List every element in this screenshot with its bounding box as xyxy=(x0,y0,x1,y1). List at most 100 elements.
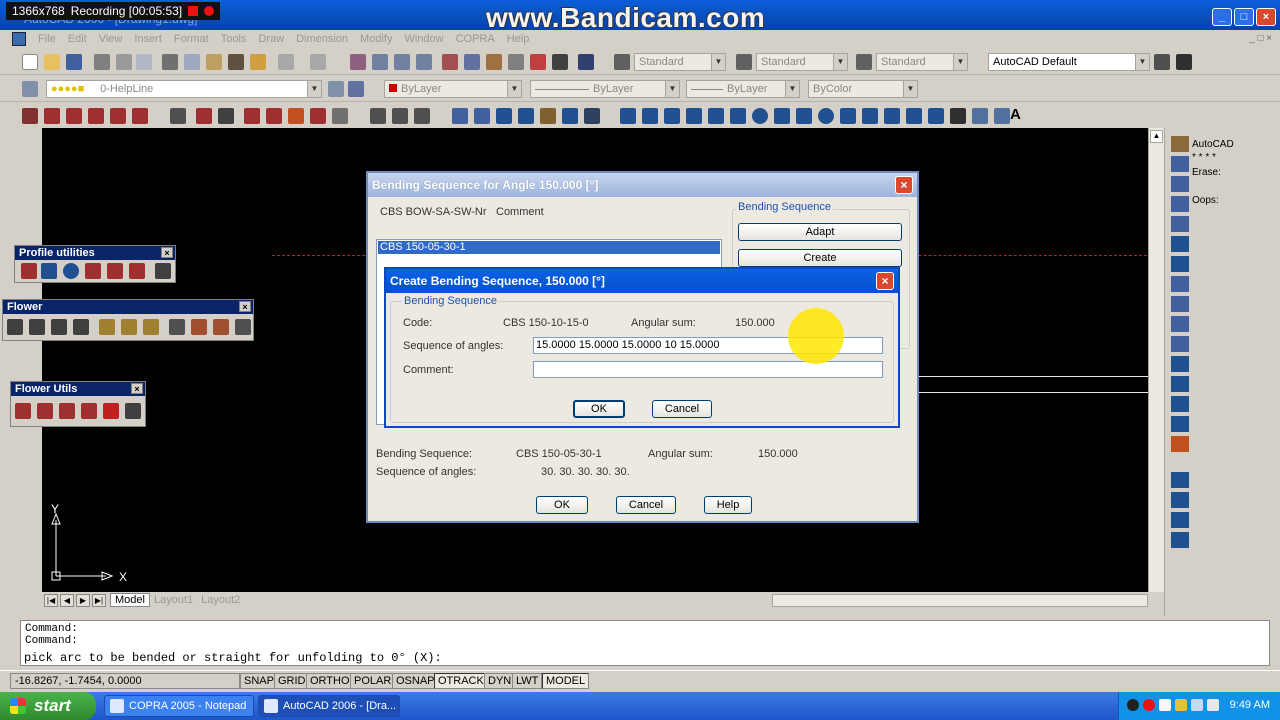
menu-copra[interactable]: COPRA xyxy=(450,33,501,45)
copra-tool-11-icon[interactable] xyxy=(266,108,282,124)
copra-tool-14-icon[interactable] xyxy=(332,108,348,124)
design-center-icon[interactable] xyxy=(464,54,480,70)
start-button[interactable]: start xyxy=(0,692,96,720)
tab-layout2[interactable]: Layout2 xyxy=(197,594,244,606)
multiline-text-icon[interactable]: A xyxy=(1010,106,1021,123)
menu-help[interactable]: Help xyxy=(501,33,536,45)
profile-tool-1-icon[interactable] xyxy=(21,263,37,279)
volume-tray-icon[interactable] xyxy=(1207,699,1219,711)
app-icon[interactable] xyxy=(12,32,26,46)
copra-tool-17-icon[interactable] xyxy=(414,108,430,124)
publish-icon[interactable] xyxy=(136,54,152,70)
flower-tool-9-icon[interactable] xyxy=(191,319,207,335)
color-select[interactable]: ByLayer ▼ xyxy=(384,80,522,98)
mirror-icon[interactable] xyxy=(1171,176,1189,192)
polygon-icon[interactable] xyxy=(686,108,702,124)
create-bending-sequence-close-button[interactable]: × xyxy=(876,272,894,290)
profile-tool-4-icon[interactable] xyxy=(85,263,101,279)
ellipse-icon[interactable] xyxy=(818,108,834,124)
arc-icon[interactable] xyxy=(730,108,746,124)
menu-tools[interactable]: Tools xyxy=(215,33,253,45)
draworder-back-icon[interactable] xyxy=(1171,492,1189,508)
trim-icon[interactable] xyxy=(1171,316,1189,332)
flower-close-icon[interactable]: × xyxy=(239,301,251,312)
flower-tool-3-icon[interactable] xyxy=(51,319,67,335)
calculator-icon[interactable] xyxy=(552,54,568,70)
offset-icon[interactable] xyxy=(1171,196,1189,212)
table-icon[interactable] xyxy=(994,108,1010,124)
join-icon[interactable] xyxy=(1171,376,1189,392)
security-tray-icon[interactable] xyxy=(1175,699,1187,711)
revision-cloud-icon[interactable] xyxy=(774,108,790,124)
inner-cancel-button[interactable]: Cancel xyxy=(652,400,712,418)
bending-sequence-close-button[interactable]: × xyxy=(895,176,913,194)
osnap-toggle[interactable]: OSNAP xyxy=(392,673,439,689)
dyn-toggle[interactable]: DYN xyxy=(484,673,516,689)
scroll-up-button[interactable]: ▲ xyxy=(1150,130,1163,143)
task-autocad[interactable]: AutoCAD 2006 - [Dra... xyxy=(258,695,400,717)
tab-model[interactable]: Model xyxy=(110,593,150,607)
point-icon[interactable] xyxy=(906,108,922,124)
lineweight-select[interactable]: ByLayer ▼ xyxy=(686,80,800,98)
ok-button[interactable]: OK xyxy=(536,496,588,514)
fillet-icon[interactable] xyxy=(1171,416,1189,432)
draworder-under-icon[interactable] xyxy=(1171,532,1189,548)
undo-icon[interactable] xyxy=(278,54,294,70)
table-style-select[interactable]: Standard ▼ xyxy=(876,53,968,71)
flower-tool-1-icon[interactable] xyxy=(7,319,23,335)
tray-generic-icon[interactable] xyxy=(1159,699,1171,711)
profile-tool-3-icon[interactable] xyxy=(63,263,79,279)
flower-util-5-icon[interactable] xyxy=(103,403,119,419)
flower-util-3-icon[interactable] xyxy=(59,403,75,419)
copra-tool-6-icon[interactable] xyxy=(132,108,148,124)
dim-style-icon[interactable] xyxy=(736,54,752,70)
trim-icon[interactable] xyxy=(540,108,556,124)
make-block-icon[interactable] xyxy=(884,108,900,124)
model-toggle[interactable]: MODEL xyxy=(542,673,590,689)
scale-icon[interactable] xyxy=(1171,276,1189,292)
mirror-icon[interactable] xyxy=(474,108,490,124)
flower-toolbar[interactable]: Flower × xyxy=(2,299,254,341)
flower-util-4-icon[interactable] xyxy=(81,403,97,419)
coordinates-display[interactable]: -16.8267, -1.7454, 0.0000 xyxy=(10,673,240,689)
vertical-scrollbar[interactable]: ▲ xyxy=(1148,128,1164,592)
copra-tool-16-icon[interactable] xyxy=(392,108,408,124)
help-icon[interactable] xyxy=(578,54,594,70)
copra-tool-5-icon[interactable] xyxy=(110,108,126,124)
layer-select[interactable]: ●●●●■ 0-HelpLine ▼ xyxy=(46,80,322,98)
zoom-previous-icon[interactable] xyxy=(416,54,432,70)
flower-tool-8-icon[interactable] xyxy=(169,319,185,335)
match-properties-icon[interactable] xyxy=(228,54,244,70)
menu-format[interactable]: Format xyxy=(168,33,215,45)
copra-tool-12-icon[interactable] xyxy=(288,108,304,124)
extend-icon[interactable] xyxy=(562,108,578,124)
sheet-set-icon[interactable] xyxy=(508,54,524,70)
flower-tool-7-icon[interactable] xyxy=(143,319,159,335)
profile-utilities-close-icon[interactable]: × xyxy=(161,247,173,258)
rectangle-icon[interactable] xyxy=(708,108,724,124)
menu-window[interactable]: Window xyxy=(398,33,449,45)
flower-util-2-icon[interactable] xyxy=(37,403,53,419)
copy-icon[interactable] xyxy=(1171,156,1189,172)
flower-tool-2-icon[interactable] xyxy=(29,319,45,335)
menu-view[interactable]: View xyxy=(93,33,129,45)
flower-tool-5-icon[interactable] xyxy=(99,319,115,335)
text-style-select[interactable]: Standard ▼ xyxy=(634,53,726,71)
command-prompt[interactable]: pick arc to be bended or straight for un… xyxy=(24,651,442,665)
tool-palettes-icon[interactable] xyxy=(486,54,502,70)
zoom-realtime-icon[interactable] xyxy=(372,54,388,70)
comment-input[interactable] xyxy=(533,361,883,378)
array-icon[interactable] xyxy=(1171,216,1189,232)
flower-util-6-icon[interactable] xyxy=(125,403,141,419)
paste-icon[interactable] xyxy=(206,54,222,70)
copra-tool-8-icon[interactable] xyxy=(196,108,212,124)
flower-utils-close-icon[interactable]: × xyxy=(131,383,143,394)
cut-icon[interactable] xyxy=(162,54,178,70)
menu-edit[interactable]: Edit xyxy=(62,33,93,45)
task-notepad[interactable]: COPRA 2005 - Notepad xyxy=(104,695,254,717)
cancel-button[interactable]: Cancel xyxy=(616,496,676,514)
circle-icon[interactable] xyxy=(752,108,768,124)
layer-previous-icon[interactable] xyxy=(348,81,364,97)
grid-toggle[interactable]: GRID xyxy=(274,673,310,689)
polyline-icon[interactable] xyxy=(664,108,680,124)
